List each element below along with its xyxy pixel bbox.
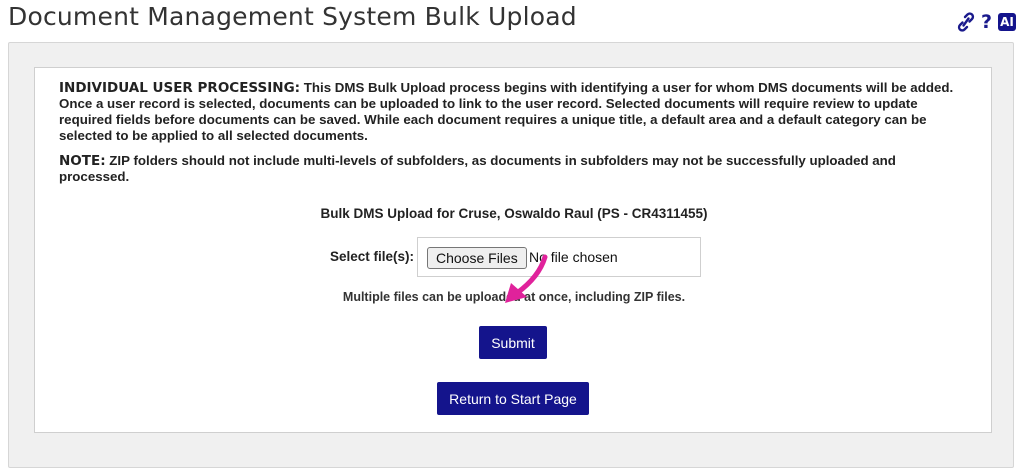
page-title: Document Management System Bulk Upload: [8, 2, 577, 31]
file-input[interactable]: Choose Files No file chosen: [417, 237, 701, 277]
file-select-row: Select file(s): Choose Files No file cho…: [35, 237, 993, 279]
zip-note-lead: NOTE:: [59, 153, 106, 169]
outer-panel: INDIVIDUAL USER PROCESSING: This DMS Bul…: [8, 42, 1014, 468]
help-icon[interactable]: ?: [981, 12, 992, 32]
return-to-start-button[interactable]: Return to Start Page: [437, 382, 589, 415]
individual-processing-note: INDIVIDUAL USER PROCESSING: This DMS Bul…: [59, 80, 969, 144]
submit-button[interactable]: Submit: [479, 326, 547, 359]
link-icon[interactable]: [957, 12, 975, 32]
zip-note: NOTE: ZIP folders should not include mul…: [59, 153, 969, 185]
choose-files-button[interactable]: Choose Files: [427, 247, 527, 269]
individual-processing-lead: INDIVIDUAL USER PROCESSING:: [59, 80, 301, 96]
upload-heading: Bulk DMS Upload for Cruse, Oswaldo Raul …: [320, 206, 708, 221]
upload-hint: Multiple files can be uploaded at once, …: [342, 290, 686, 304]
no-file-text: No file chosen: [529, 249, 618, 265]
upload-panel: INDIVIDUAL USER PROCESSING: This DMS Bul…: [34, 67, 992, 433]
ai-icon[interactable]: AI: [998, 13, 1016, 31]
select-files-label: Select file(s):: [329, 249, 414, 264]
header-icons: ? AI: [957, 12, 1016, 32]
zip-note-text: ZIP folders should not include multi-lev…: [59, 153, 896, 184]
